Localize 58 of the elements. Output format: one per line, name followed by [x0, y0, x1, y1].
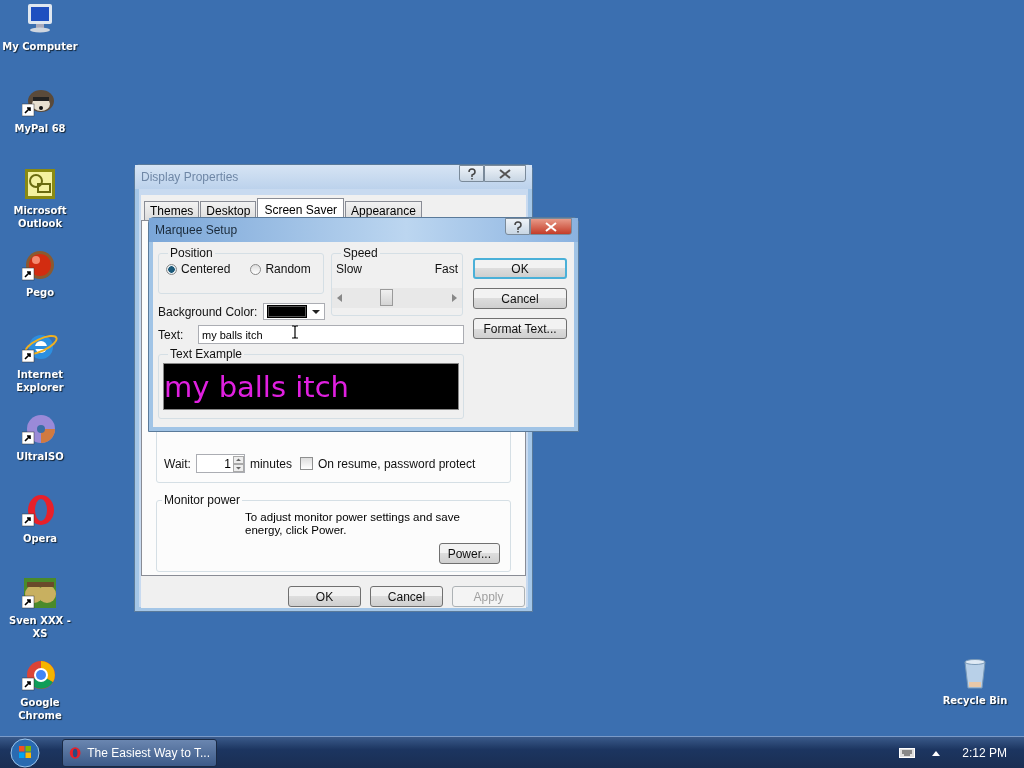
group-title: Text Example	[169, 347, 244, 361]
close-button[interactable]	[530, 218, 572, 235]
windows-logo-icon	[10, 738, 40, 768]
help-icon	[466, 167, 477, 180]
desktop-icon-label[interactable]: My Computer	[0, 40, 80, 53]
text-cursor-icon	[291, 325, 299, 339]
preview-text: my balls itch	[164, 369, 349, 404]
window-title: Marquee Setup	[155, 223, 238, 237]
text-field[interactable]: my balls itch	[198, 325, 464, 344]
clock[interactable]: 2:12 PM	[962, 746, 1007, 760]
right-arrow-icon	[452, 294, 457, 302]
help-button[interactable]	[505, 218, 530, 235]
dialog-button[interactable]: Cancel	[473, 288, 567, 309]
ring-o-icon	[69, 745, 82, 761]
tab[interactable]: Screen Saver	[257, 198, 345, 220]
color-dropdown[interactable]	[263, 303, 326, 320]
slow-label: Slow	[336, 262, 362, 276]
window-title: Display Properties	[141, 170, 239, 184]
field-label: Background Color:	[158, 304, 258, 319]
wait-label: Wait:	[164, 456, 191, 471]
taskbar-button[interactable]: The Easiest Way to T...	[62, 739, 217, 767]
dialog-button[interactable]: Cancel	[370, 586, 443, 607]
desktop-icon-label[interactable]: UltraISO	[0, 450, 80, 463]
fast-label: Fast	[434, 262, 458, 276]
close-icon	[545, 221, 557, 232]
radio-label: Centered	[181, 262, 231, 276]
caret-icon	[312, 309, 321, 314]
group-title: Speed	[342, 246, 379, 260]
close-icon	[499, 168, 511, 179]
spin-arrows-icon	[232, 455, 244, 472]
desktop-icon-label[interactable]: Internet Explorer	[0, 368, 80, 394]
radio-button[interactable]	[250, 263, 262, 275]
desktop-icon-label[interactable]: Google Chrome	[0, 696, 80, 722]
help-icon	[512, 220, 523, 233]
desktop-icon-label[interactable]: Microsoft Outlook	[0, 204, 80, 230]
slider-thumb[interactable]	[379, 288, 393, 306]
keyboard-icon	[899, 748, 916, 758]
power-button[interactable]: Power...	[438, 543, 500, 564]
field-label: Text:	[158, 327, 182, 342]
desktop-icon-label[interactable]: Recycle Bin	[935, 694, 1015, 707]
desktop-icon-label[interactable]: Sven XXX - XS	[0, 614, 80, 640]
desktop-icon-label[interactable]: Pego	[0, 286, 80, 299]
dialog-button[interactable]: Format Text...	[473, 318, 567, 339]
dialog-button[interactable]: OK	[288, 586, 361, 607]
up-arrow-icon	[932, 750, 941, 756]
checkbox-label: On resume, password protect	[317, 456, 476, 471]
radio-label: Random	[265, 262, 311, 276]
left-arrow-icon	[337, 294, 342, 302]
spin-field[interactable]: 1	[195, 454, 245, 473]
desktop-icon-label[interactable]: MyPal 68	[0, 122, 80, 135]
radio-button[interactable]	[166, 263, 177, 275]
dialog-button[interactable]: OK	[473, 258, 567, 279]
desktop-icon-label[interactable]: Opera	[0, 532, 80, 545]
group-title: Monitor power	[163, 493, 242, 507]
minutes-label: minutes	[249, 456, 292, 471]
group-title: Position	[169, 246, 214, 260]
checkbox[interactable]	[299, 457, 313, 470]
description-text: To adjust monitor power settings and save energy, click Power.	[245, 511, 461, 537]
